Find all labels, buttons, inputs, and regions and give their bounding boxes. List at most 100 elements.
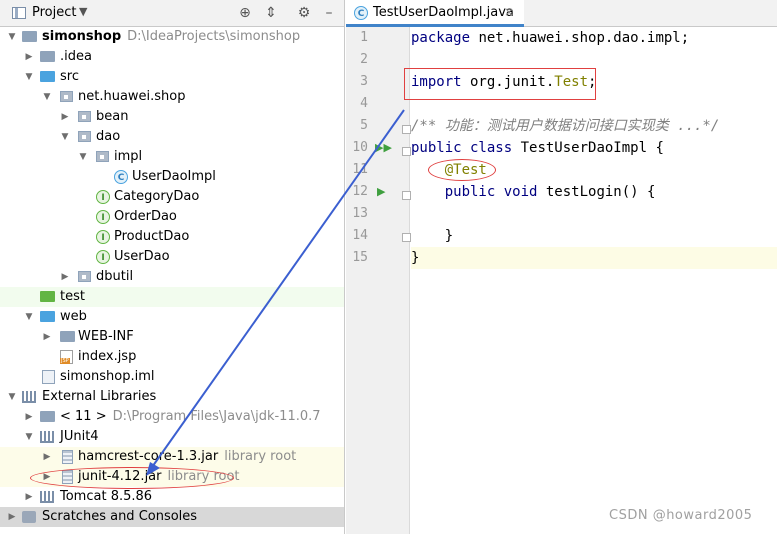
chevron-down-icon[interactable]: ▼ [77, 147, 89, 167]
tree-item-jdk[interactable]: ▶ < 11 > D:\Program Files\Java\jdk-11.0.7 [0, 407, 344, 427]
tree-label: dbutil [96, 269, 134, 284]
code-text: net.huawei.shop.dao.impl; [470, 30, 690, 46]
project-title[interactable]: Project [32, 5, 76, 20]
editor-tab-bar: C TestUserDaoImpl.java × [346, 0, 777, 27]
tree-label: Tomcat 8.5.86 [60, 489, 153, 504]
keyword: public class [411, 140, 513, 156]
target-icon[interactable]: ⊕ [236, 4, 254, 22]
libraries-icon [40, 431, 54, 443]
tree-item-simonshop[interactable]: ▼ simonshop D:\IdeaProjects\simonshop [0, 27, 344, 47]
line-number: 4 [360, 96, 368, 111]
chevron-right-icon[interactable]: ▶ [23, 407, 35, 427]
collapse-icon[interactable]: ⇕ [262, 4, 280, 22]
code-line: } [411, 247, 777, 269]
tree-item-src[interactable]: ▼ src [0, 67, 344, 87]
chevron-down-icon[interactable]: ▼ [23, 307, 35, 327]
fold-icon[interactable] [402, 147, 411, 156]
tree-item-test[interactable]: test [0, 287, 344, 307]
tree-label: simonshop [42, 29, 122, 44]
tree-label: JUnit4 [60, 429, 99, 444]
folder-icon [40, 411, 55, 422]
tree-label: test [60, 289, 85, 304]
tree-item-idea[interactable]: ▶ .idea [0, 47, 344, 67]
project-panel: Project ▼ ⊕ ⇕ ⚙ – ▼ simonshop D:\IdeaProj… [0, 0, 345, 534]
scratches-icon [22, 511, 36, 523]
chevron-right-icon[interactable]: ▶ [41, 447, 53, 467]
chevron-right-icon[interactable]: ▶ [23, 487, 35, 507]
code-text: TestUserDaoImpl { [512, 140, 664, 156]
tree-item-junit4[interactable]: ▼ JUnit4 [0, 427, 344, 447]
tree-item-web[interactable]: ▼ web [0, 307, 344, 327]
tree-item-impl[interactable]: ▼ impl [0, 147, 344, 167]
tree-item-hamcrest-jar[interactable]: ▶ hamcrest-core-1.3.jar library root [0, 447, 344, 467]
tree-item-bean[interactable]: ▶ bean [0, 107, 344, 127]
tree-label: UserDaoImpl [132, 169, 216, 184]
code-editor[interactable]: package net.huawei.shop.dao.impl; import… [411, 27, 777, 534]
source-folder-icon [40, 71, 55, 82]
line-number: 15 [352, 250, 368, 265]
fold-icon[interactable] [402, 125, 411, 134]
line-number: 11 [352, 162, 368, 177]
tree-item-tomcat[interactable]: ▶ Tomcat 8.5.86 [0, 487, 344, 507]
package-icon [96, 151, 109, 162]
libraries-icon [40, 491, 54, 503]
fold-icon[interactable] [402, 191, 411, 200]
run-method-icon[interactable]: ▶ [377, 181, 385, 203]
chevron-down-icon[interactable]: ▼ [59, 127, 71, 147]
minimize-icon[interactable]: – [320, 4, 338, 22]
tree-item-web-inf[interactable]: ▶ WEB-INF [0, 327, 344, 347]
fold-icon[interactable] [402, 233, 411, 242]
chevron-right-icon[interactable]: ▶ [59, 107, 71, 127]
tab-testuserdaoimpl[interactable]: C TestUserDaoImpl.java × [346, 0, 524, 27]
code-line: public class TestUserDaoImpl { [411, 137, 777, 159]
tree-item-productdao[interactable]: I ProductDao [0, 227, 344, 247]
tree-item-userdao[interactable]: I UserDao [0, 247, 344, 267]
tree-item-dbutil[interactable]: ▶ dbutil [0, 267, 344, 287]
tree-item-net-huawei-shop[interactable]: ▼ net.huawei.shop [0, 87, 344, 107]
folder-icon [22, 31, 37, 42]
tree-item-simonshop-iml[interactable]: simonshop.iml [0, 367, 344, 387]
chevron-down-icon[interactable]: ▼ [79, 5, 87, 18]
folder-icon [60, 331, 75, 342]
tree-item-index-jsp[interactable]: index.jsp [0, 347, 344, 367]
line-number: 13 [352, 206, 368, 221]
module-file-icon [42, 370, 55, 384]
code-line: package net.huawei.shop.dao.impl; [411, 27, 777, 49]
tree-path: D:\IdeaProjects\simonshop [127, 29, 301, 44]
tree-item-categorydao[interactable]: I CategoryDao [0, 187, 344, 207]
tree-item-userdaoimpl[interactable]: C UserDaoImpl [0, 167, 344, 187]
highlight-oval-test-annotation [428, 159, 496, 181]
chevron-right-icon[interactable]: ▶ [6, 507, 18, 527]
chevron-down-icon[interactable]: ▼ [23, 67, 35, 87]
tab-label: TestUserDaoImpl.java [373, 5, 514, 20]
folder-icon [40, 51, 55, 62]
run-class-icon[interactable]: ▶▶ [375, 137, 392, 159]
line-number: 2 [360, 52, 368, 67]
chevron-down-icon[interactable]: ▼ [6, 27, 18, 47]
tree-item-scratches[interactable]: ▶ Scratches and Consoles [0, 507, 344, 527]
tree-label: index.jsp [78, 349, 137, 364]
libraries-icon [22, 391, 36, 403]
code-text: testLogin() { [537, 184, 656, 200]
editor-gutter: 1 2 3 4 5 10 11 12 13 14 15 ▶▶ ▶ [346, 27, 411, 534]
chevron-down-icon[interactable]: ▼ [23, 427, 35, 447]
watermark: CSDN @howard2005 [609, 508, 753, 523]
interface-icon: I [96, 190, 110, 204]
tree-label: web [60, 309, 87, 324]
tree-path: library root [224, 449, 297, 464]
tree-item-orderdao[interactable]: I OrderDao [0, 207, 344, 227]
gear-icon[interactable]: ⚙ [295, 4, 313, 22]
code-line: public void testLogin() { [411, 181, 777, 203]
chevron-down-icon[interactable]: ▼ [6, 387, 18, 407]
tree-item-external-libraries[interactable]: ▼ External Libraries [0, 387, 344, 407]
tree-label: WEB-INF [78, 329, 134, 344]
line-number: 3 [360, 74, 368, 89]
chevron-right-icon[interactable]: ▶ [23, 47, 35, 67]
chevron-right-icon[interactable]: ▶ [59, 267, 71, 287]
chevron-right-icon[interactable]: ▶ [41, 327, 53, 347]
tree-item-dao[interactable]: ▼ dao [0, 127, 344, 147]
tree-label: bean [96, 109, 129, 124]
close-icon[interactable]: × [504, 5, 514, 19]
chevron-down-icon[interactable]: ▼ [41, 87, 53, 107]
keyword: public void [444, 184, 538, 200]
